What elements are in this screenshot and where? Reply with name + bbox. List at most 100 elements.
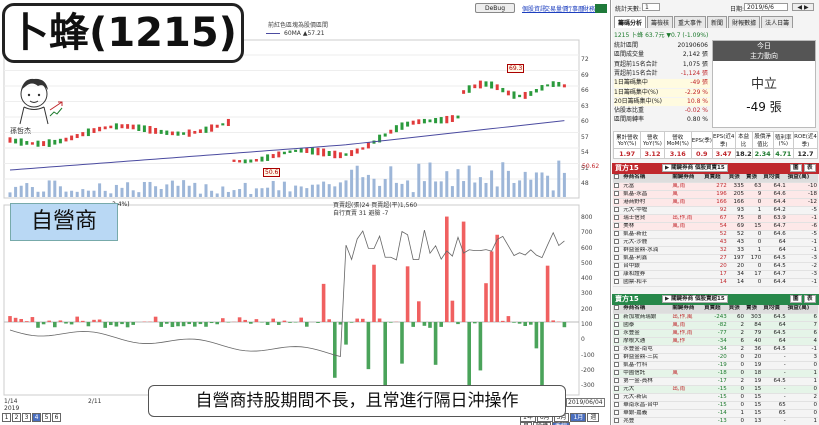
broker-row[interactable]: 華南永昌-台中 -15 0 15 65 0	[613, 401, 818, 410]
tab-news[interactable]: 新聞	[707, 16, 728, 28]
tab-financial[interactable]: 財報數據	[728, 16, 761, 28]
broker-row[interactable]: 康和證券 17 34 17 64.7 -3	[613, 270, 818, 279]
broker-row[interactable]: 永豐金-南屯 -34 2 36 64.5 -1	[613, 345, 818, 354]
column-header[interactable]: 買張	[727, 174, 745, 183]
row-checkbox[interactable]	[613, 369, 623, 378]
period-1m-button[interactable]: 1月	[570, 413, 587, 422]
sell-filter-control[interactable]: ▶ 關鍵券商 個股賣超15	[662, 295, 728, 303]
column-header[interactable]: 賣張	[744, 174, 763, 183]
row-checkbox[interactable]	[613, 230, 623, 239]
row-checkbox[interactable]	[613, 206, 623, 215]
column-header[interactable]: 買均價	[762, 305, 787, 314]
row-checkbox[interactable]	[613, 222, 623, 231]
row-checkbox[interactable]	[613, 278, 623, 287]
broker-row[interactable]: 新加坡商瑞銀 出,作,風 -243 60 303 64.5 6	[613, 313, 818, 322]
date-input[interactable]: 2019/6/6	[744, 3, 788, 11]
volume-bar	[529, 179, 533, 197]
volume-bar	[282, 181, 286, 197]
broker-row[interactable]: 元富 風,雨 272 335 63 64.1 -10	[613, 182, 818, 191]
broker-row[interactable]: 元大 出,雨 -15 0 15-0	[613, 385, 818, 394]
broker-row[interactable]: 凱基-利鑫 27 197 170 64.5 -3	[613, 254, 818, 263]
column-header[interactable]: 買張	[727, 305, 745, 314]
tab-chips[interactable]: 籌碼分析	[614, 16, 647, 28]
broker-row[interactable]: 凱基-永昌風 196 205 9 64.6 -18	[613, 190, 818, 199]
page-6-button[interactable]: 6	[52, 413, 61, 422]
row-checkbox[interactable]	[613, 385, 623, 394]
column-header[interactable]: 關鍵券商	[671, 305, 704, 314]
buy-table-button[interactable]: 表	[804, 164, 816, 172]
sell-toggle-button[interactable]: 圖	[790, 295, 802, 303]
buy-toggle-button[interactable]: 圖	[790, 164, 802, 172]
row-checkbox[interactable]	[613, 393, 623, 402]
row-checkbox[interactable]	[613, 345, 623, 354]
broker-row[interactable]: 群益金鼎-水湳 32 33 1 64 -1	[613, 246, 818, 255]
broker-row[interactable]: 台中銀 20 20 0 64.5 -2	[613, 262, 818, 271]
broker-row[interactable]: 凱基-竹科 -19 0 19-0	[613, 361, 818, 370]
page-4-button[interactable]: 4	[32, 413, 41, 422]
column-header[interactable]: 券商名稱	[622, 305, 672, 314]
broker-row[interactable]: 群益金鼎-三民 -20 0 20-3	[613, 353, 818, 362]
broker-row[interactable]: 國票-和平 14 14 0 64.4 -1	[613, 278, 818, 287]
column-header[interactable]: 買賣超	[703, 305, 728, 314]
row-checkbox[interactable]	[613, 329, 623, 338]
broker-row[interactable]: 兆豐 -13 0 13-1	[613, 417, 818, 425]
row-checkbox[interactable]	[613, 361, 623, 370]
row-checkbox[interactable]	[613, 182, 623, 191]
tab-institutional[interactable]: 法人日籌	[761, 16, 794, 28]
broker-row[interactable]: 中國信託風 -18 0 18-1	[613, 369, 818, 378]
column-header[interactable]: 賣張	[744, 305, 763, 314]
page-3-button[interactable]: 3	[22, 413, 31, 422]
column-header[interactable]: 買賣超	[703, 174, 728, 183]
sell-table-button[interactable]: 表	[804, 295, 816, 303]
row-checkbox[interactable]	[613, 377, 623, 386]
column-header[interactable]: 損益(萬)	[786, 174, 818, 183]
broker-row[interactable]: 摩根大通 風,作 -34 6 40 64 4	[613, 337, 818, 346]
broker-row[interactable]: 國泰 風,雨 -82 2 84 64 7	[613, 321, 818, 330]
broker-row[interactable]: 港商野村 風,雨 166 166 0 64.4 -12	[613, 198, 818, 207]
broker-row[interactable]: 美林 風,雨 54 69 15 64.7 -6	[613, 222, 818, 231]
stats-days-label: 統計天數:	[615, 6, 642, 13]
row-checkbox[interactable]	[613, 262, 623, 271]
tab-check[interactable]: 籌檢核	[647, 16, 674, 28]
row-checkbox[interactable]	[613, 337, 623, 346]
column-header[interactable]: 券商名稱	[622, 174, 672, 183]
chip-stat-row: 買超前15名合計 1,075 張	[614, 61, 710, 70]
chip-stat-value: -0.02 %	[684, 107, 708, 115]
tab-events[interactable]: 重大事件	[674, 16, 707, 28]
broker-row[interactable]: 華銀-嘉義 -14 1 15 65 0	[613, 409, 818, 418]
column-header[interactable]: 買均價	[762, 174, 787, 183]
row-checkbox[interactable]	[613, 254, 623, 263]
row-checkbox[interactable]	[613, 409, 623, 418]
page-1-button[interactable]: 1	[2, 413, 11, 422]
buy-filter-control[interactable]: ▶ 關鍵券商 個股買賣15	[662, 164, 728, 172]
broker-row[interactable]: 凱基-新莊 52 52 0 64.6 -5	[613, 230, 818, 239]
row-checkbox[interactable]	[613, 238, 623, 247]
row-checkbox[interactable]	[613, 401, 623, 410]
page-5-button[interactable]: 5	[42, 413, 51, 422]
broker-row[interactable]: 瑞士信貸 出,作,雨 67 75 8 63.9 -1	[613, 214, 818, 223]
page-2-button[interactable]: 2	[12, 413, 21, 422]
broker-row[interactable]: 第一金-員林 -17 2 19 64.5 1	[613, 377, 818, 386]
column-header[interactable]: 關鍵券商	[671, 174, 704, 183]
row-checkbox[interactable]	[613, 353, 623, 362]
broker-row[interactable]: 元大-中壢 92 93 1 64.2 -5	[613, 206, 818, 215]
date-nav-buttons[interactable]: ◀ ▶	[792, 3, 814, 11]
row-checkbox[interactable]	[613, 313, 623, 322]
broker-row[interactable]: 永豐金 風,作,雨 -77 2 79 64.5 6	[613, 329, 818, 338]
broker-row[interactable]: 元大-沙鹿 43 43 0 64 -1	[613, 238, 818, 247]
column-header[interactable]: 損益(萬)	[786, 305, 818, 314]
row-checkbox[interactable]	[613, 214, 623, 223]
stats-days-select[interactable]: 1	[642, 3, 660, 11]
broker-row[interactable]: 元大-新店 -15 0 15-2	[613, 393, 818, 402]
row-checkbox[interactable]	[613, 198, 623, 207]
period-week-button[interactable]: 週	[587, 413, 600, 422]
broker-cell: 15	[744, 222, 763, 231]
volume-bar	[467, 165, 471, 197]
row-checkbox[interactable]	[613, 417, 623, 425]
row-checkbox[interactable]	[613, 190, 623, 199]
row-checkbox[interactable]	[613, 270, 623, 279]
row-checkbox[interactable]	[613, 246, 623, 255]
row-checkbox[interactable]	[613, 321, 623, 330]
candle	[327, 151, 331, 156]
broker-cell: 54	[703, 222, 728, 231]
